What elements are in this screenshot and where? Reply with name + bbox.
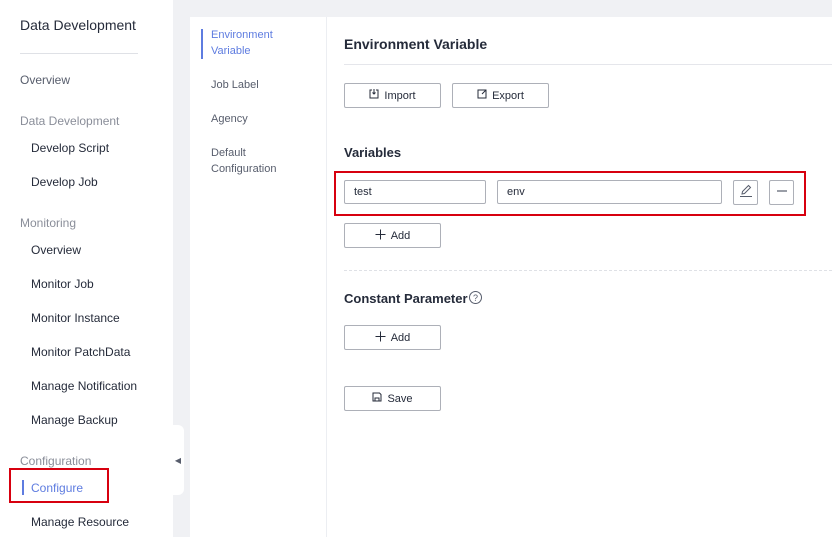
minus-icon xyxy=(776,185,788,200)
sidebar-divider xyxy=(20,53,138,54)
settings-subnav: Environment Variable Job Label Agency De… xyxy=(190,17,327,537)
sidebar-item-manage-backup[interactable]: Manage Backup xyxy=(31,413,118,427)
constant-parameter-text: Constant Parameter xyxy=(344,291,468,306)
remove-variable-button[interactable] xyxy=(769,180,794,205)
sidebar-item-monitor-instance[interactable]: Monitor Instance xyxy=(31,311,120,325)
page-title: Environment Variable xyxy=(344,36,488,52)
help-icon[interactable]: ? xyxy=(469,291,482,304)
subnav-item-label: Environment Variable xyxy=(211,29,273,57)
section-divider xyxy=(344,270,832,271)
collapse-arrow-icon: ◀ xyxy=(174,455,182,465)
sidebar-item-develop-script[interactable]: Develop Script xyxy=(31,141,109,155)
add-variable-label: Add xyxy=(390,229,411,242)
variable-value-input[interactable] xyxy=(497,180,722,204)
subnav-item-default-configuration[interactable]: Default Configuration xyxy=(211,145,311,177)
subnav-item-job-label[interactable]: Job Label xyxy=(211,77,311,93)
edit-variable-button[interactable] xyxy=(733,180,758,205)
import-button[interactable]: Import xyxy=(344,83,441,108)
sidebar-group-configuration: Configuration xyxy=(20,454,92,468)
sidebar-item-monitor-overview[interactable]: Overview xyxy=(31,243,81,257)
sidebar-item-develop-job[interactable]: Develop Job xyxy=(31,175,98,189)
plus-icon xyxy=(375,331,386,345)
save-button-label: Save xyxy=(387,392,413,405)
sidebar-collapse-handle[interactable]: ◀ xyxy=(172,425,184,495)
import-icon xyxy=(369,89,379,102)
export-button[interactable]: Export xyxy=(452,83,549,108)
variables-label: Variables xyxy=(344,145,402,160)
import-button-label: Import xyxy=(384,89,416,102)
add-variable-button[interactable]: Add xyxy=(344,223,441,248)
export-icon xyxy=(477,89,487,102)
sidebar-item-manage-resource[interactable]: Manage Resource xyxy=(31,515,129,529)
sidebar-title: Data Development xyxy=(20,17,136,33)
subnav-item-agency[interactable]: Agency xyxy=(211,111,311,127)
sidebar-item-monitor-job[interactable]: Monitor Job xyxy=(31,277,94,291)
variable-name-input[interactable] xyxy=(344,180,486,204)
save-button[interactable]: Save xyxy=(344,386,441,411)
sidebar-group-data-development: Data Development xyxy=(20,114,120,128)
plus-icon xyxy=(375,229,386,243)
app-root: Data Development Overview Data Developme… xyxy=(0,0,832,537)
subnav-item-environment-variable[interactable]: Environment Variable xyxy=(201,27,311,59)
add-constant-label: Add xyxy=(390,331,411,344)
sidebar: Data Development Overview Data Developme… xyxy=(0,0,173,537)
save-icon xyxy=(372,392,382,405)
constant-parameter-label: Constant Parameter xyxy=(344,291,468,306)
active-indicator xyxy=(201,29,203,59)
sidebar-item-overview[interactable]: Overview xyxy=(20,73,70,87)
add-constant-button[interactable]: Add xyxy=(344,325,441,350)
sidebar-item-monitor-patchdata[interactable]: Monitor PatchData xyxy=(31,345,130,359)
sidebar-item-manage-notification[interactable]: Manage Notification xyxy=(31,379,137,393)
edit-icon xyxy=(739,184,753,201)
export-button-label: Export xyxy=(492,89,524,102)
sidebar-group-monitoring: Monitoring xyxy=(20,216,77,230)
title-divider xyxy=(344,64,832,65)
configure-highlight-box xyxy=(9,468,109,503)
main-panel: Environment Variable Import Export Varia… xyxy=(327,17,832,537)
